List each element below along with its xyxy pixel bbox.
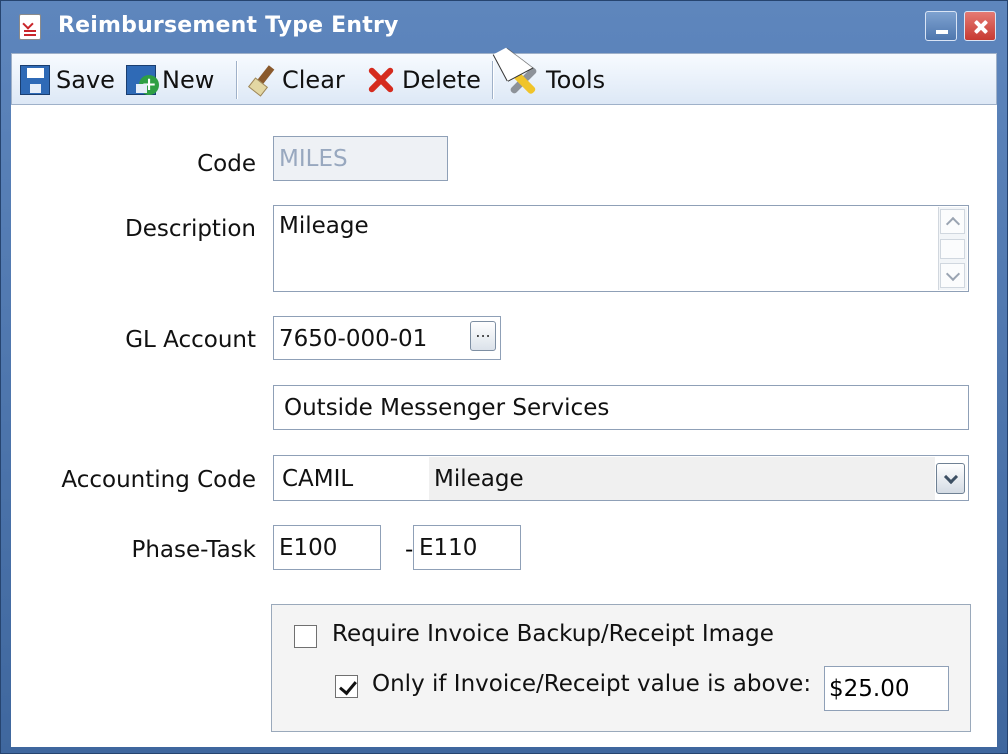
save-label: Save — [56, 66, 115, 94]
require-backup-checkbox[interactable] — [294, 625, 317, 648]
require-backup-label[interactable]: Require Invoice Backup/Receipt Image — [332, 621, 774, 647]
accounting-code-label: Accounting Code — [61, 467, 256, 493]
scroll-up-icon[interactable] — [940, 209, 965, 234]
scroll-down-icon[interactable] — [940, 263, 965, 288]
gl-account-label: GL Account — [125, 327, 256, 353]
title-bar: Reimbursement Type Entry — [1, 1, 1007, 51]
description-scrollbar[interactable] — [938, 207, 967, 290]
minimize-button[interactable] — [925, 11, 957, 41]
accounting-code-value: CAMIL — [282, 466, 354, 492]
tools-label: Tools — [546, 66, 606, 94]
clear-label: Clear — [282, 66, 345, 94]
gl-account-lookup-button[interactable]: ... — [470, 321, 496, 351]
reimbursement-type-window: Reimbursement Type Entry Save New Clear … — [0, 0, 1008, 754]
scroll-thumb[interactable] — [940, 239, 965, 259]
gl-account-value: 7650-000-01 — [279, 326, 428, 352]
close-button[interactable] — [964, 11, 996, 41]
threshold-label[interactable]: Only if Invoice/Receipt value is above: — [372, 671, 811, 697]
code-label: Code — [197, 151, 256, 177]
window-title: Reimbursement Type Entry — [58, 13, 399, 38]
new-floppy-icon — [126, 65, 159, 95]
toolbar-separator — [492, 61, 494, 99]
clear-button[interactable]: Clear — [248, 62, 345, 98]
save-button[interactable]: Save — [20, 62, 115, 98]
code-field: MILES — [273, 136, 448, 181]
accounting-code-select[interactable]: CAMIL Mileage — [273, 455, 969, 501]
gl-account-description-field: Outside Messenger Services — [273, 385, 969, 430]
gl-account-field[interactable]: 7650-000-01 ... — [273, 316, 501, 360]
description-label: Description — [125, 216, 256, 242]
delete-button[interactable]: Delete — [364, 62, 481, 98]
floppy-disk-icon — [20, 65, 50, 95]
chevron-down-icon[interactable] — [936, 463, 965, 494]
new-label: New — [162, 66, 215, 94]
invoice-backup-group: Require Invoice Backup/Receipt Image Onl… — [271, 604, 971, 732]
description-field[interactable]: Mileage — [273, 205, 969, 292]
description-value: Mileage — [279, 213, 369, 239]
delete-x-icon — [364, 64, 396, 96]
broom-icon — [248, 65, 276, 95]
delete-label: Delete — [402, 66, 481, 94]
task-field[interactable]: E110 — [413, 525, 521, 570]
phase-task-label: Phase-Task — [131, 537, 256, 563]
reimbursement-form-icon — [19, 14, 41, 40]
accounting-code-description: Mileage — [429, 457, 935, 500]
threshold-checkbox[interactable] — [335, 675, 358, 698]
toolbar-separator — [236, 61, 238, 99]
phase-field[interactable]: E100 — [273, 525, 381, 570]
threshold-amount-field[interactable]: $25.00 — [824, 666, 949, 711]
new-button[interactable]: New — [126, 62, 214, 98]
